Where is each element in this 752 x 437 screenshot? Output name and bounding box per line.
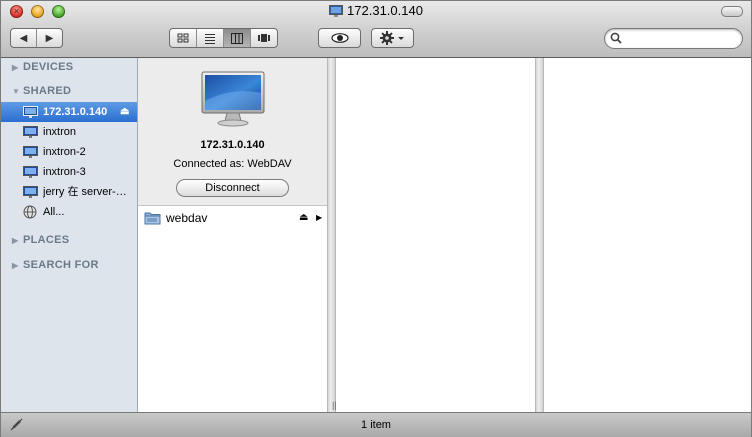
coverflow-icon <box>258 33 270 42</box>
search-field[interactable] <box>604 28 743 49</box>
forward-button[interactable]: ▶ <box>37 29 62 47</box>
disclosure-right-icon: ▶ <box>12 236 19 245</box>
eye-icon <box>330 33 349 43</box>
file-name: webdav <box>166 211 208 225</box>
column-resize-handle[interactable] <box>327 58 336 412</box>
sidebar-item-all[interactable]: All... <box>1 202 137 222</box>
status-bar: 1 item <box>1 412 751 437</box>
disconnect-button[interactable]: Disconnect <box>176 179 289 197</box>
list-lines-icon <box>205 33 215 44</box>
server-name: 172.31.0.140 <box>200 139 265 151</box>
item-count: 1 item <box>361 419 391 431</box>
quick-look-button[interactable] <box>318 28 361 48</box>
action-menu-button[interactable] <box>371 28 414 48</box>
disclosure-right-icon: ▶ <box>12 261 19 270</box>
network-globe-icon <box>23 205 38 219</box>
icon-view-button[interactable] <box>170 29 197 47</box>
monitor-icon <box>23 185 38 198</box>
column-2 <box>336 58 535 412</box>
forward-arrow-icon: ▶ <box>45 32 54 44</box>
search-icon <box>610 32 622 44</box>
columns-icon <box>231 32 243 44</box>
sidebar-section-shared[interactable]: ▼ SHARED <box>12 85 71 97</box>
toolbar-toggle-button[interactable] <box>721 6 743 17</box>
monitor-icon <box>23 145 38 158</box>
finder-window: × 172.31.0.140 ◀ ▶ ▶ DEVICES ▼ SHARED 17… <box>0 0 752 437</box>
monitor-icon <box>23 165 38 178</box>
sidebar: ▶ DEVICES ▼ SHARED 172.31.0.140 ⏏ inxtron … <box>1 58 138 412</box>
coverflow-view-button[interactable] <box>251 29 277 47</box>
list-item[interactable]: webdav ⏏ ▶ <box>138 209 327 227</box>
connected-as-text: Connected as: WebDAV <box>173 158 292 170</box>
title-toolbar: × 172.31.0.140 ◀ ▶ <box>1 1 751 58</box>
resize-grip-icon[interactable]: || <box>332 400 337 410</box>
monitor-icon <box>23 125 38 138</box>
icon-grid-icon <box>177 33 189 42</box>
sidebar-item-inxtron[interactable]: inxtron <box>1 122 137 142</box>
column-3 <box>544 58 751 412</box>
large-monitor-icon <box>201 71 265 130</box>
monitor-icon <box>329 5 344 21</box>
window-title-text: 172.31.0.140 <box>347 3 423 18</box>
column-resize-handle[interactable] <box>535 58 544 412</box>
view-mode-control <box>169 28 278 48</box>
monitor-icon <box>23 105 38 118</box>
chevron-right-icon: ▶ <box>316 213 323 222</box>
disclosure-down-icon: ▼ <box>12 87 21 96</box>
sidebar-section-devices[interactable]: ▶ DEVICES <box>12 61 73 73</box>
eject-icon[interactable]: ⏏ <box>120 102 129 122</box>
list-view-button[interactable] <box>197 29 224 47</box>
sidebar-section-search-for[interactable]: ▶ SEARCH FOR <box>12 259 99 271</box>
sidebar-item-inxtron-3[interactable]: inxtron-3 <box>1 162 137 182</box>
shared-folder-icon <box>144 211 161 230</box>
window-title: 172.31.0.140 <box>1 3 751 21</box>
disclosure-right-icon: ▶ <box>12 63 19 72</box>
sidebar-section-places[interactable]: ▶ PLACES <box>12 234 69 246</box>
back-arrow-icon: ◀ <box>19 32 28 44</box>
sidebar-item-jerry-server[interactable]: jerry 在 server-gen <box>1 182 137 202</box>
search-input[interactable] <box>625 31 741 48</box>
back-button[interactable]: ◀ <box>11 29 37 47</box>
sidebar-item-inxtron-2[interactable]: inxtron-2 <box>1 142 137 162</box>
sidebar-item-172-31-0-140[interactable]: 172.31.0.140 ⏏ <box>1 102 137 122</box>
eject-icon[interactable]: ⏏ <box>299 209 308 227</box>
gear-icon <box>379 31 404 45</box>
server-info-panel: 172.31.0.140 Connected as: WebDAV Discon… <box>138 58 327 206</box>
column-1: 172.31.0.140 Connected as: WebDAV Discon… <box>138 58 327 412</box>
back-forward-control: ◀ ▶ <box>10 28 63 48</box>
column-view-button[interactable] <box>224 29 251 47</box>
